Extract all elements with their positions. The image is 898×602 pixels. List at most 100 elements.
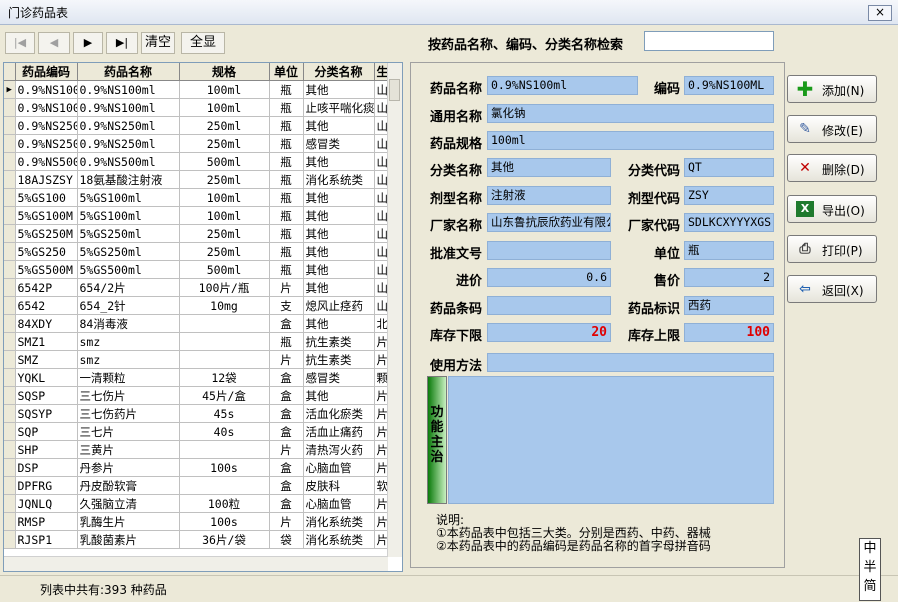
row-indicator[interactable] [4, 494, 16, 513]
cell-drug-name[interactable]: 三七伤药片 [77, 404, 180, 423]
cell-manufacturer[interactable]: 片 [374, 332, 388, 351]
code-field[interactable]: 0.9%NS100ML [684, 76, 774, 95]
cell-drug-code[interactable]: SHP [15, 440, 78, 459]
cell-drug-code[interactable]: 0.9%NS100 [15, 98, 78, 117]
cell-unit[interactable]: 瓶 [269, 134, 304, 153]
manufacturer-code-field[interactable]: SDLKCXYYYXGS [684, 213, 774, 232]
print-button[interactable]: ⎙ 打印(P) [787, 235, 877, 263]
ime-width-half[interactable]: 半 [860, 558, 880, 577]
cell-category[interactable]: 其他 [303, 314, 375, 333]
cell-category[interactable]: 其他 [303, 116, 375, 135]
cell-unit[interactable]: 盒 [269, 314, 304, 333]
category-code-field[interactable]: QT [684, 158, 774, 177]
row-indicator[interactable] [4, 152, 16, 171]
cell-spec[interactable] [179, 314, 270, 333]
cell-spec[interactable] [179, 332, 270, 351]
table-row[interactable]: 5%GS500M 5%GS500ml 500ml 瓶其他山 [4, 260, 388, 279]
cell-manufacturer[interactable]: 山 [374, 80, 388, 99]
row-indicator[interactable] [4, 134, 16, 153]
cell-drug-code[interactable]: 5%GS100 [15, 188, 78, 207]
cell-drug-code[interactable]: 5%GS100M [15, 206, 78, 225]
table-row[interactable]: DSP 丹参片 100s 盒心脑血管片 [4, 458, 388, 477]
row-indicator[interactable] [4, 188, 16, 207]
cell-spec[interactable]: 250ml [179, 224, 270, 243]
cell-unit[interactable]: 瓶 [269, 152, 304, 171]
cell-spec[interactable] [179, 440, 270, 459]
cell-category[interactable]: 感冒类 [303, 134, 375, 153]
table-row[interactable]: SQP 三七片 40s 盒活血止痛药片 [4, 422, 388, 441]
row-indicator[interactable] [4, 260, 16, 279]
row-indicator[interactable] [4, 314, 16, 333]
row-indicator[interactable] [4, 116, 16, 135]
add-button[interactable]: ✚ 添加(N) [787, 75, 877, 103]
cell-category[interactable]: 其他 [303, 152, 375, 171]
ime-mode-chinese[interactable]: 中 [860, 539, 880, 558]
form-name-field[interactable]: 注射液 [487, 186, 611, 205]
first-record-button[interactable]: |◀ [5, 32, 35, 54]
table-row[interactable]: 6542 654_2针 10mg 支熄风止痉药山 [4, 296, 388, 315]
cell-unit[interactable]: 袋 [269, 530, 304, 549]
usage-field[interactable] [487, 353, 774, 372]
table-row[interactable]: DPFRG 丹皮酚软膏 盒皮肤科软 [4, 476, 388, 495]
table-row[interactable]: 0.9%NS250 0.9%NS250ml 250ml 瓶感冒类山 [4, 134, 388, 153]
cell-category[interactable]: 清热泻火药 [303, 440, 375, 459]
cell-unit[interactable]: 瓶 [269, 260, 304, 279]
cell-drug-name[interactable]: 三黄片 [77, 440, 180, 459]
cell-drug-name[interactable]: 5%GS100ml [77, 206, 180, 225]
cell-spec[interactable]: 500ml [179, 152, 270, 171]
cell-drug-code[interactable]: RJSP1 [15, 530, 78, 549]
cell-drug-name[interactable]: 丹皮酚软膏 [77, 476, 180, 495]
cell-category[interactable]: 其他 [303, 260, 375, 279]
header-unit[interactable]: 单位 [269, 63, 304, 81]
stock-max-field[interactable]: 100 [684, 323, 774, 342]
cell-manufacturer[interactable]: 片 [374, 422, 388, 441]
cell-drug-code[interactable]: SMZ1 [15, 332, 78, 351]
table-row[interactable]: SMZ smz 片抗生素类片 [4, 350, 388, 369]
table-row[interactable]: 18AJSZSY 18氨基酸注射液 250ml 瓶消化系统类山 [4, 170, 388, 189]
header-category[interactable]: 分类名称 [303, 63, 375, 81]
cell-category[interactable]: 心脑血管 [303, 458, 375, 477]
cell-category[interactable]: 其他 [303, 242, 375, 261]
show-all-button[interactable]: 全显 [181, 32, 225, 54]
cell-spec[interactable]: 250ml [179, 116, 270, 135]
table-row[interactable]: 0.9%NS250 0.9%NS250ml 250ml 瓶其他山 [4, 116, 388, 135]
row-indicator[interactable] [4, 332, 16, 351]
row-indicator[interactable] [4, 170, 16, 189]
barcode-field[interactable] [487, 296, 611, 315]
cell-manufacturer[interactable]: 片 [374, 440, 388, 459]
cell-spec[interactable]: 100ml [179, 188, 270, 207]
table-row[interactable]: YQKL 一清颗粒 12袋盒感冒类颗 [4, 368, 388, 387]
prev-record-button[interactable]: ◀ [38, 32, 70, 54]
row-indicator[interactable] [4, 242, 16, 261]
cell-manufacturer[interactable]: 山 [374, 224, 388, 243]
cell-manufacturer[interactable]: 片 [374, 494, 388, 513]
cell-manufacturer[interactable]: 片 [374, 512, 388, 531]
cell-unit[interactable]: 瓶 [269, 98, 304, 117]
cell-drug-code[interactable]: 84XDY [15, 314, 78, 333]
cell-manufacturer[interactable]: 山 [374, 188, 388, 207]
cell-unit[interactable]: 盒 [269, 476, 304, 495]
cell-manufacturer[interactable]: 山 [374, 260, 388, 279]
cell-drug-code[interactable]: 0.9%NS250 [15, 116, 78, 135]
spec-field[interactable]: 100ml [487, 131, 774, 150]
delete-button[interactable]: ✕ 删除(D) [787, 154, 877, 182]
row-indicator[interactable] [4, 224, 16, 243]
cell-unit[interactable]: 片 [269, 440, 304, 459]
cell-category[interactable]: 皮肤科 [303, 476, 375, 495]
next-record-button[interactable]: ▶ [73, 32, 103, 54]
cell-manufacturer[interactable]: 北 [374, 314, 388, 333]
cell-drug-code[interactable]: SQSP [15, 386, 78, 405]
row-indicator[interactable] [4, 98, 16, 117]
cell-manufacturer[interactable]: 山 [374, 134, 388, 153]
cell-drug-name[interactable]: 5%GS100ml [77, 188, 180, 207]
sale-price-field[interactable]: 2 [684, 268, 774, 287]
cell-spec[interactable]: 100粒 [179, 494, 270, 513]
cell-drug-code[interactable]: SMZ [15, 350, 78, 369]
drug-type-field[interactable]: 西药 [684, 296, 774, 315]
cell-unit[interactable]: 片 [269, 512, 304, 531]
row-indicator[interactable] [4, 386, 16, 405]
cell-category[interactable]: 其他 [303, 188, 375, 207]
row-indicator[interactable] [4, 530, 16, 549]
cell-drug-code[interactable]: DSP [15, 458, 78, 477]
cell-category[interactable]: 其他 [303, 278, 375, 297]
